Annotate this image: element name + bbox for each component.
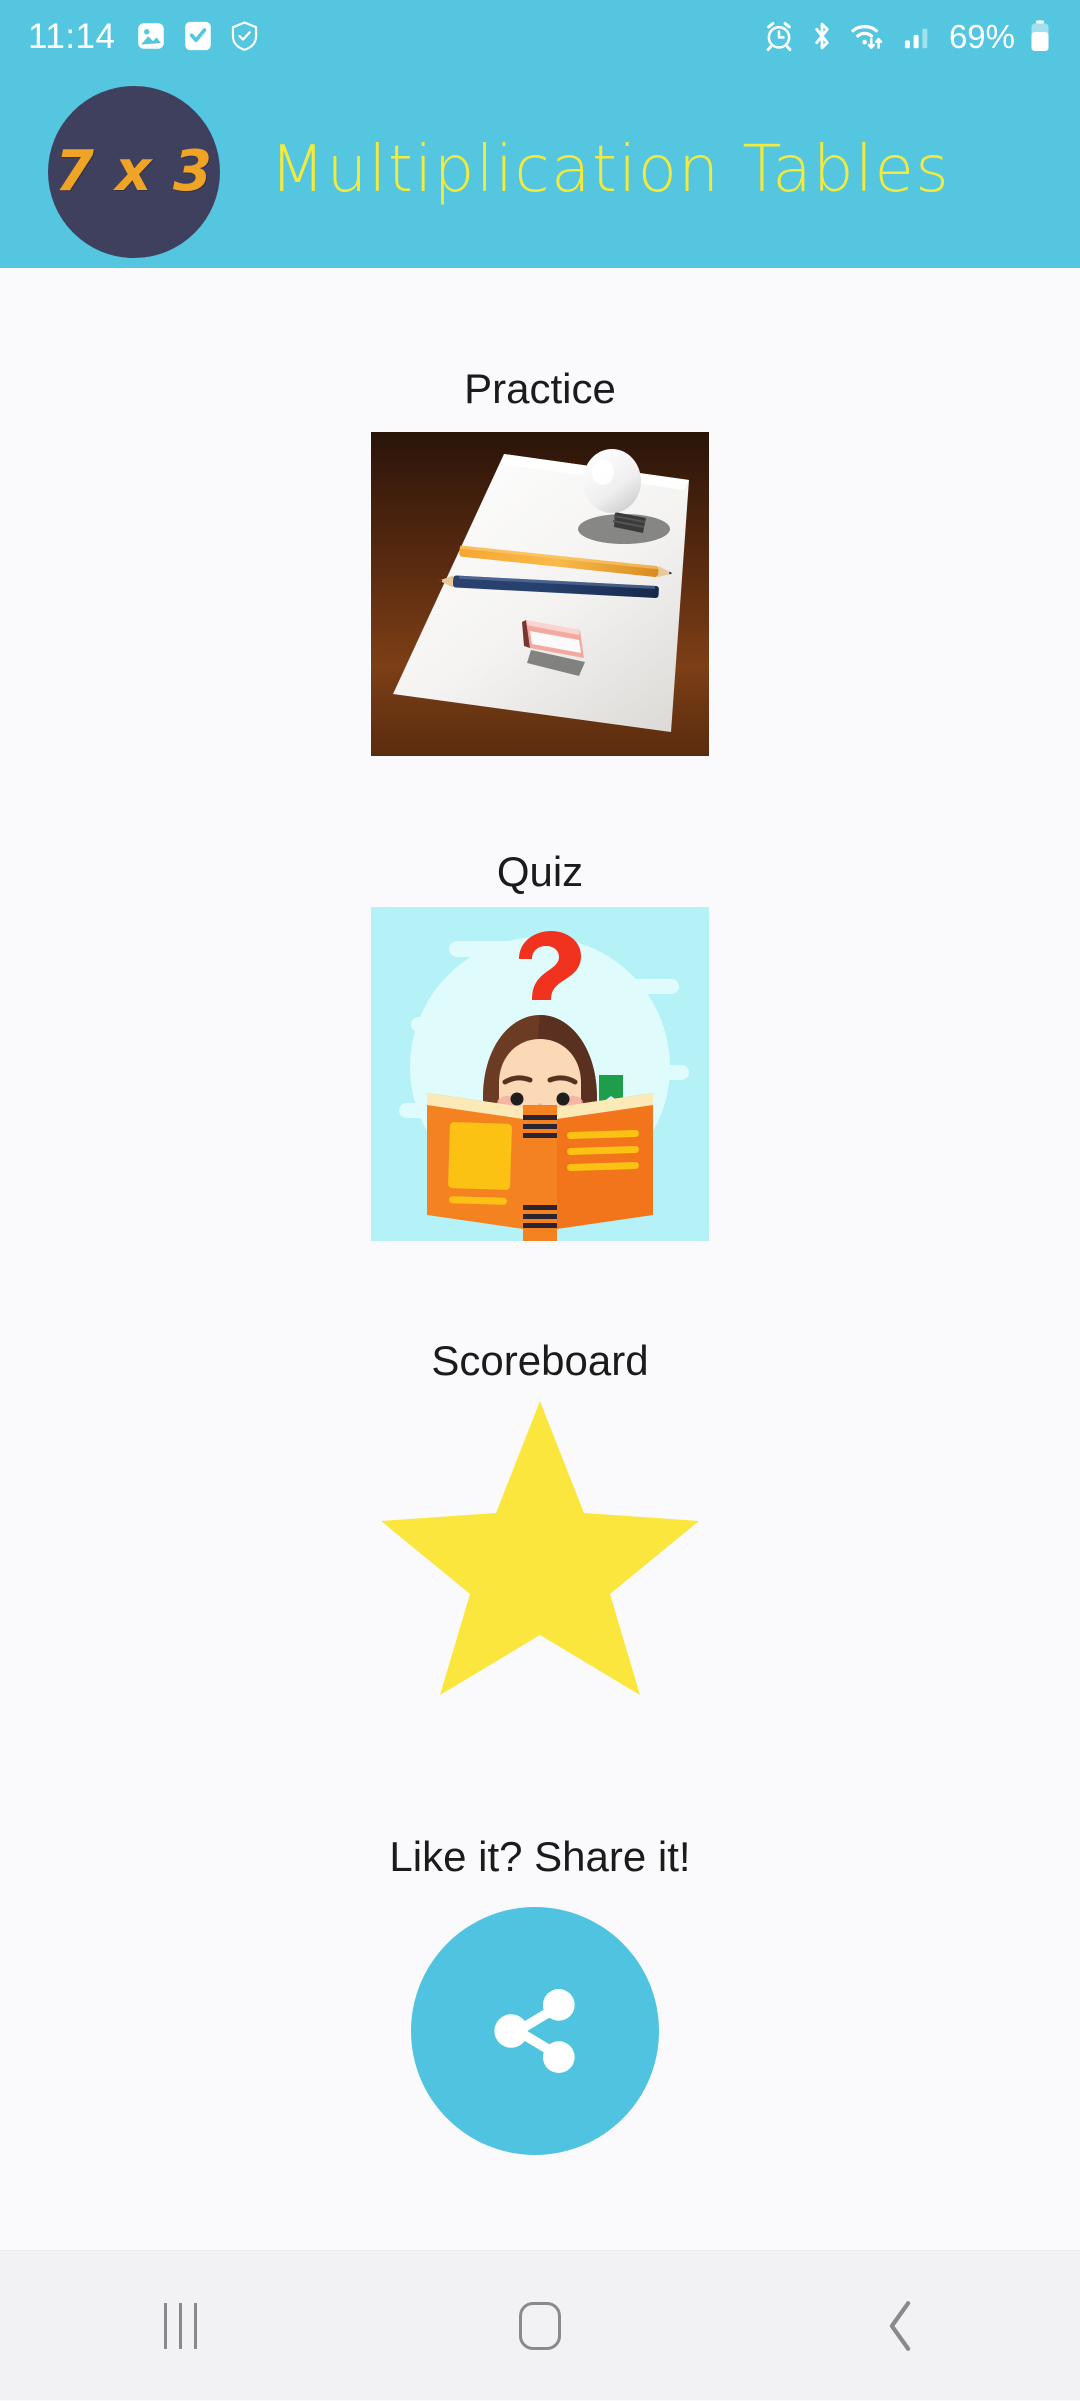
practice-image-desk-with-pencils-and-lightbulb (371, 432, 709, 756)
scoreboard-star-icon (381, 1401, 699, 1695)
bluetooth-icon (815, 22, 829, 50)
app-header: 7 x 3 Multiplication Tables (0, 72, 1080, 268)
quiz-label: Quiz (496, 848, 584, 895)
battery-percent-label: 69% (948, 17, 1015, 55)
status-time: 11:14 (28, 16, 116, 56)
status-bar-right-group: 69% (763, 19, 1052, 53)
shield-icon (231, 21, 257, 51)
page-title: Multiplication Tables (269, 133, 951, 207)
share-icon (494, 1989, 575, 2073)
scoreboard-button[interactable] (381, 1395, 699, 1695)
recents-button[interactable] (80, 2251, 280, 2401)
home-button[interactable] (440, 2251, 640, 2401)
main-content: Practice Quiz Scoreboard Like it? Share … (0, 268, 1080, 2250)
share-label: Like it? Share it! (389, 1833, 691, 1880)
practice-label: Practice (464, 365, 616, 412)
quiz-image-child-reading-book-with-question-mark (371, 907, 709, 1241)
system-navigation-bar (0, 2250, 1080, 2400)
back-chevron-icon (889, 2300, 911, 2351)
quiz-button[interactable] (371, 907, 709, 1241)
signal-icon (904, 28, 928, 49)
recents-icon (163, 2302, 197, 2349)
wifi-icon (851, 25, 883, 49)
home-icon (519, 2301, 561, 2350)
share-button[interactable] (411, 1907, 659, 2155)
back-button[interactable] (800, 2251, 1000, 2401)
scoreboard-label: Scoreboard (431, 1337, 649, 1384)
status-bar: 11:14 69% (0, 0, 1080, 72)
status-bar-left-group: 11:14 (28, 19, 261, 54)
tasks-icon (184, 21, 211, 51)
alarm-icon (766, 22, 792, 52)
battery-icon (1031, 20, 1049, 52)
practice-button[interactable] (371, 432, 709, 756)
gallery-icon (137, 23, 164, 49)
